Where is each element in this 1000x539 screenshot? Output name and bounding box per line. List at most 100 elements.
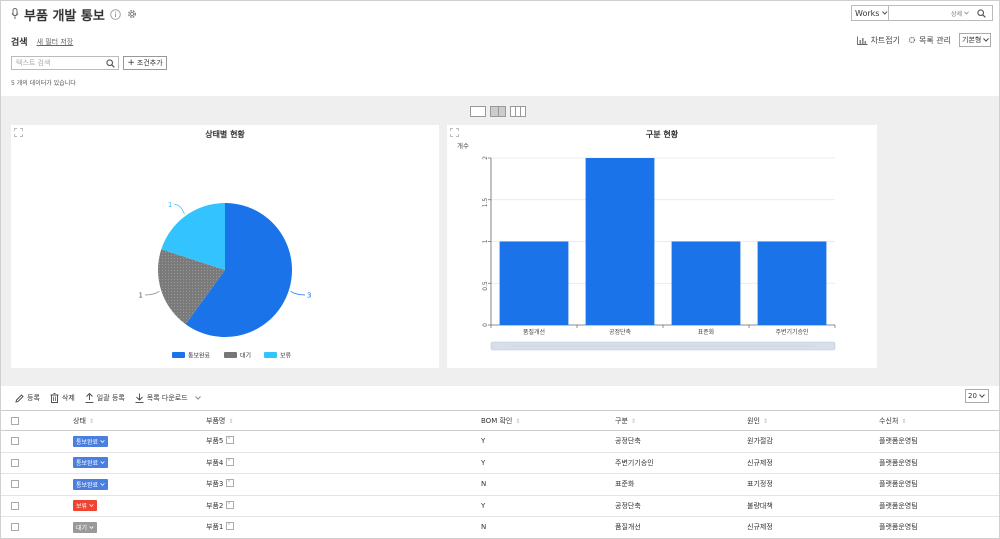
category-chart-panel: 구분 현황 개수 0 0.5 1 1.5 2 품질개선 공정단축 표준화 주변기기승인 [447,125,877,368]
bar[interactable] [585,158,655,325]
bar[interactable] [499,241,569,326]
info-icon[interactable] [110,8,121,20]
bom-cell: Y [481,452,615,474]
legend-label[interactable]: 통보완료 [188,352,211,360]
result-count: 5 개의 데이터가 있습니다 [11,80,76,87]
column-header-cause[interactable]: 원인 ⇕ [747,410,879,431]
part-name-link[interactable]: 부품4 [206,459,223,467]
chevron-down-icon [89,524,94,531]
column-header-name[interactable]: 부품명 ⇕ [206,410,481,431]
detail-search-toggle[interactable]: 상세 [951,9,962,18]
chevron-down-icon [979,394,985,398]
text-search-input[interactable]: 텍스트 검색 [11,56,119,70]
chevron-down-icon [100,438,105,445]
table-row[interactable]: 대기 부품1 N 품질개선 신규제정 플랫폼운영팀 [1,516,999,538]
view-type-select[interactable]: 기본형 [959,33,991,47]
chevron-down-icon [194,396,201,400]
status-chart-panel: 상태별 현황 3 1 1 통보완료 대기 보류 [11,125,439,368]
open-document-icon[interactable] [226,522,235,532]
add-condition-label: 조건추가 [136,59,163,67]
status-badge[interactable]: 통보완료 [73,478,109,490]
pencil-icon [15,393,24,403]
pie-legend: 통보완료 대기 보류 [172,352,292,360]
select-all-cell [1,410,61,431]
register-button[interactable]: 등록 [15,393,40,403]
layout-one-column-button[interactable] [470,106,486,117]
add-condition-button[interactable]: + 조건추가 [123,56,167,70]
layout-three-column-button[interactable] [510,106,526,117]
category-cell: 주변기기승인 [615,452,747,474]
status-badge[interactable]: 대기 [73,521,98,533]
part-name-link[interactable]: 부품2 [206,502,223,510]
bar[interactable] [671,241,741,326]
register-label: 등록 [27,394,40,402]
open-document-icon[interactable] [226,479,235,489]
sort-icon: ⇕ [228,417,234,425]
open-document-icon[interactable] [226,436,235,446]
legend-label[interactable]: 대기 [240,352,251,360]
y-tick-label: 0 [482,323,489,327]
table-row[interactable]: 보류 부품2 Y 공정단축 불량대책 플랫폼운영팀 [1,495,999,517]
x-tick-label: 주변기기승인 [775,328,808,336]
column-header-bom[interactable]: BOM 확인 ⇕ [481,410,615,431]
status-badge-label: 보류 [76,503,88,511]
part-name-link[interactable]: 부품5 [206,437,223,445]
x-tick-label: 공정단축 [609,328,632,336]
row-checkbox[interactable] [11,501,19,510]
chart-fold-button[interactable]: 차트접기 [856,35,900,46]
gear-icon[interactable] [126,8,138,20]
top-search-input[interactable]: 상세 [889,5,993,21]
trash-icon [50,393,59,403]
x-tick-label: 표준화 [698,329,715,336]
row-checkbox[interactable] [11,437,19,446]
cause-cell: 표기정정 [747,473,879,496]
open-document-icon[interactable] [226,457,235,468]
column-header-status[interactable]: 상태 ⇕ [61,410,206,431]
chevron-down-icon [89,502,94,509]
table-row[interactable]: 통보완료 부품4 Y 주변기기승인 신규제정 플랫폼운영팀 [1,452,999,474]
search-icon[interactable] [106,59,115,68]
open-document-icon[interactable] [226,500,235,511]
pie-data-label: 1 [138,292,142,300]
row-checkbox[interactable] [11,480,19,489]
receiver-cell: 플랫폼운영팀 [879,473,999,496]
column-header-category[interactable]: 구분 ⇕ [615,410,747,431]
chevron-down-icon [964,11,969,15]
row-checkbox[interactable] [11,458,19,467]
bulk-register-button[interactable]: 일괄 등록 [85,393,125,403]
page-title: 부품 개발 통보 [24,8,105,24]
app-select[interactable]: Works [851,5,889,21]
cause-cell: 불량대책 [747,495,879,517]
status-pie-chart: 3 1 1 통보완료 대기 보류 [138,201,311,360]
bom-cell: Y [481,495,615,517]
save-filter-link[interactable]: 새 필터 저장 [37,37,74,47]
list-download-button[interactable]: 목록 다운로드 [135,393,201,403]
select-all-checkbox[interactable] [11,416,19,425]
layout-two-column-button[interactable] [490,106,506,117]
table-row[interactable]: 통보완료 부품3 N 표준화 표기정정 플랫폼운영팀 [1,473,999,496]
list-manage-button[interactable]: 목록 관리 [908,35,951,46]
status-cell: 통보완료 [61,473,206,496]
legend-label[interactable]: 보류 [280,353,292,360]
part-name-link[interactable]: 부품3 [206,480,223,488]
search-label: 검색 [11,38,28,48]
delete-button[interactable]: 삭제 [50,393,75,403]
y-tick-label: 2 [482,156,489,160]
bar[interactable] [757,241,827,326]
pie-data-label: 1 [168,201,172,209]
bom-cell: N [481,473,615,496]
status-badge[interactable]: 통보완료 [73,435,109,447]
column-header-receiver[interactable]: 수신처 ⇕ [879,410,999,431]
row-checkbox[interactable] [11,523,19,532]
microphone-icon[interactable] [11,8,19,20]
status-badge[interactable]: 보류 [73,500,98,512]
part-name-link[interactable]: 부품1 [206,523,223,531]
search-icon[interactable] [977,8,986,18]
status-badge[interactable]: 통보완료 [73,457,109,469]
page-size-select[interactable]: 20 [965,389,989,403]
legend-swatch [172,352,185,358]
plus-icon: + [127,57,135,68]
right-tools: 차트접기 목록 관리 기본형 [856,33,991,47]
table-row[interactable]: 통보완료 부품5 Y 공정단축 원가절감 플랫폼운영팀 [1,430,999,453]
status-badge-label: 통보완료 [76,460,99,468]
